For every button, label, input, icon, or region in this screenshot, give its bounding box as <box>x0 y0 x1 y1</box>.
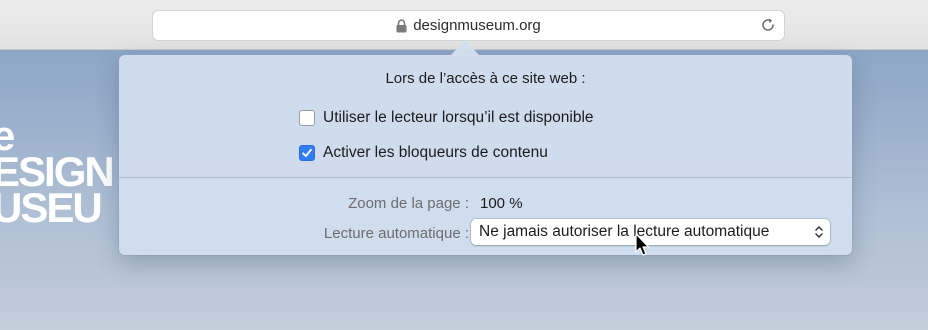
url-text: designmuseum.org <box>413 17 541 34</box>
page-zoom-label: Zoom de la page : <box>348 195 469 212</box>
content-blockers-checkbox[interactable] <box>299 145 315 161</box>
autoplay-label: Lecture automatique : <box>323 225 469 242</box>
autoplay-select-value: Ne jamais autoriser la lecture automatiq… <box>479 223 770 240</box>
popover-title: Lors de l’accès à ce site web : <box>385 70 586 87</box>
browser-window: e ESIGN USEU designmuseum.org Lors de l’… <box>0 0 928 330</box>
checkmark-icon <box>302 148 312 157</box>
website-settings-popover: Lors de l’accès à ce site web : Utiliser… <box>119 55 852 255</box>
site-logo-line-3: USEU <box>0 184 103 231</box>
popover-arrow <box>450 40 480 56</box>
option-reader-mode[interactable]: Utiliser le lecteur lorsqu’il est dispon… <box>299 109 594 127</box>
reader-mode-checkbox[interactable] <box>299 110 315 126</box>
site-logo[interactable]: e ESIGN USEU <box>0 115 115 231</box>
reload-icon[interactable] <box>760 17 776 33</box>
page-zoom-value: 100 % <box>480 195 523 212</box>
reader-mode-label: Utiliser le lecteur lorsqu’il est dispon… <box>323 109 594 126</box>
option-content-blockers[interactable]: Activer les bloqueurs de contenu <box>299 144 548 162</box>
mouse-pointer-icon <box>635 233 650 256</box>
chevron-up-down-icon <box>815 226 823 238</box>
content-blockers-label: Activer les bloqueurs de contenu <box>323 144 548 161</box>
section-divider <box>119 177 852 178</box>
lock-icon <box>396 18 407 32</box>
